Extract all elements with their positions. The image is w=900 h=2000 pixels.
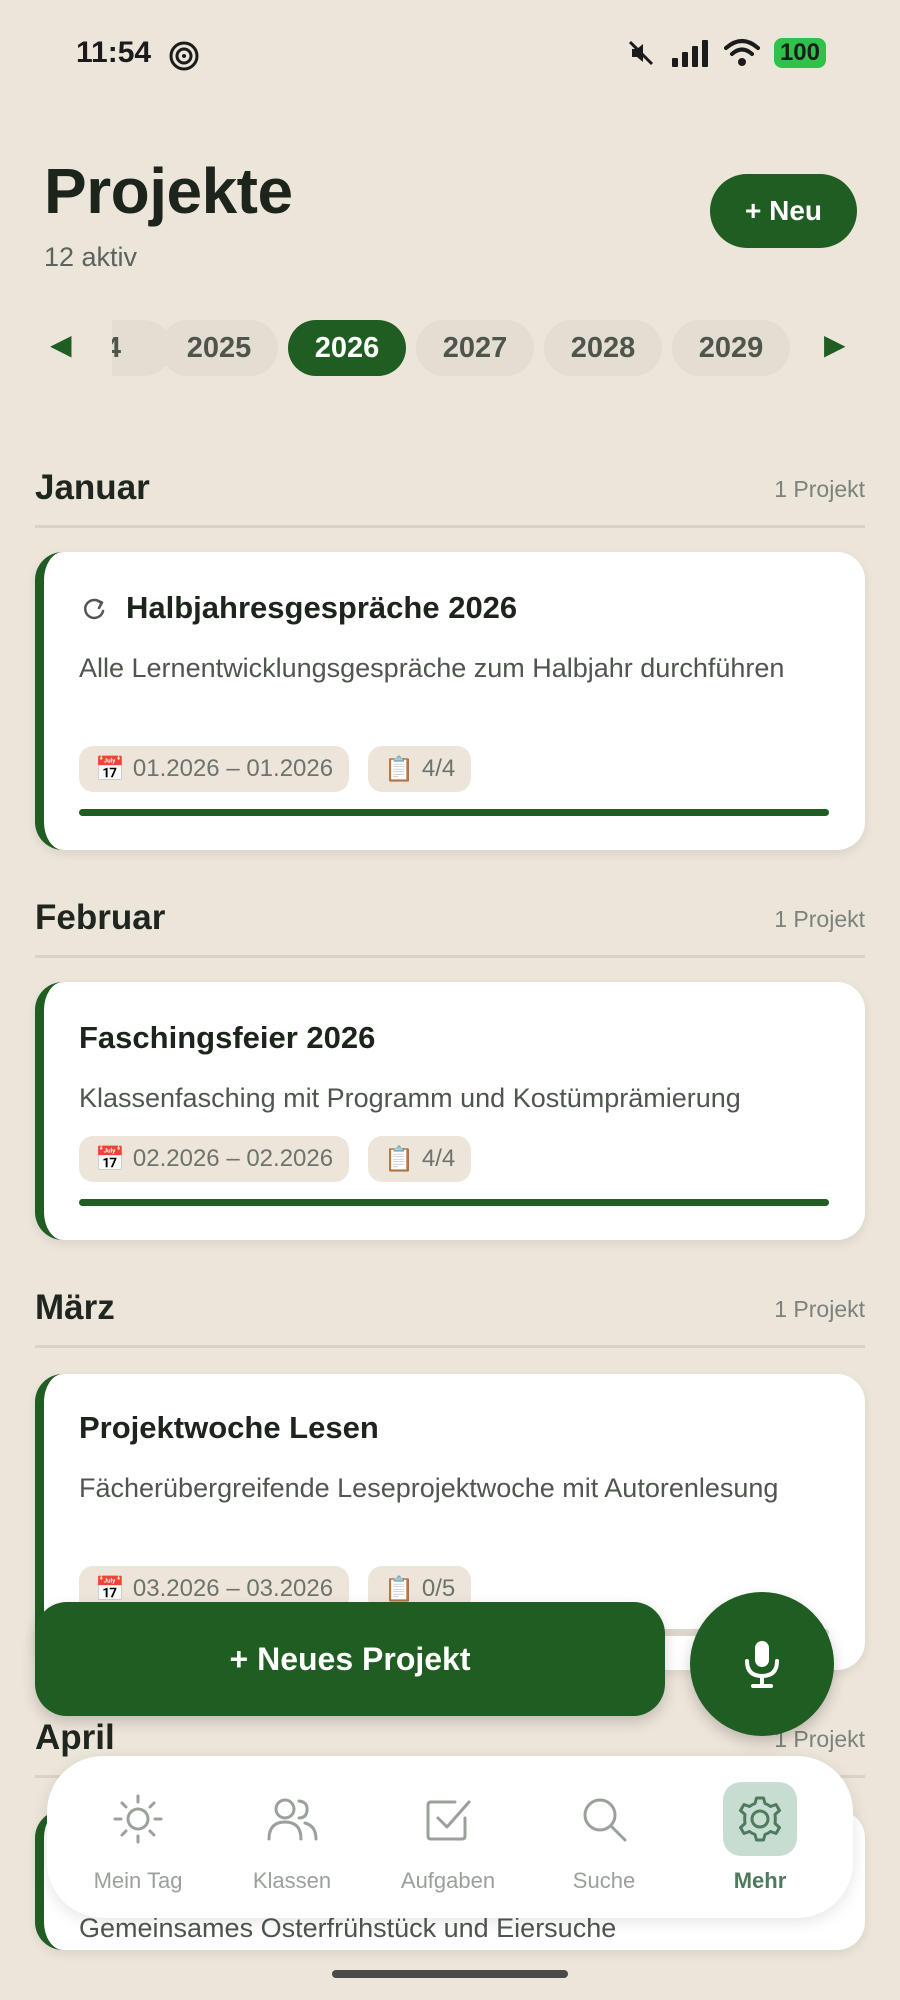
nav-icon-container [101, 1782, 175, 1856]
status-time: 11:54 [76, 36, 152, 69]
project-card[interactable]: Faschingsfeier 2026 Klassenfasching mit … [35, 982, 865, 1240]
recurring-icon [83, 598, 105, 620]
project-title: Projektwoche Lesen [79, 1410, 379, 1445]
project-description: Fächerübergreifende Leseprojektwoche mit… [79, 1473, 779, 1503]
battery-indicator: 100 [773, 38, 826, 68]
nav-item-mein-tag[interactable]: Mein Tag [63, 1756, 213, 1918]
progress-bar [79, 809, 829, 816]
project-card[interactable]: Halbjahresgespräche 2026 Alle Lernentwic… [35, 552, 865, 850]
tasks-tag: 📋 4/4 [368, 746, 472, 792]
new-button[interactable]: + Neu [710, 174, 857, 248]
year-chip[interactable]: 2028 [544, 320, 662, 376]
date-range-tag: 📅 01.2026 – 01.2026 [79, 746, 350, 792]
progress-fill [79, 809, 829, 816]
nav-icon-container [255, 1782, 329, 1856]
progress-fill [79, 1199, 829, 1206]
project-description: Alle Lernentwicklungsgespräche zum Halbj… [79, 653, 785, 683]
task-count: 4/4 [421, 1145, 456, 1172]
section-count: 1 Projekt [774, 476, 865, 502]
year-strip: 4 2025 2026 2027 2028 2029 [112, 318, 792, 380]
clipboard-icon: 📋 [384, 1145, 414, 1173]
clipboard-icon: 📋 [384, 755, 414, 783]
home-indicator[interactable] [332, 1970, 568, 1978]
section-header-januar: Januar 1 Projekt [35, 468, 865, 528]
nav-item-aufgaben[interactable]: Aufgaben [373, 1756, 523, 1918]
nav-item-mehr[interactable]: Mehr [685, 1756, 835, 1918]
section-header-maerz: März 1 Projekt [35, 1288, 865, 1348]
nav-label: Mein Tag [93, 1868, 183, 1893]
status-icons: 100 [626, 38, 826, 68]
section-month: Februar [35, 898, 166, 937]
section-month: März [35, 1288, 115, 1327]
calendar-icon: 📅 [95, 1145, 125, 1173]
section-count: 1 Projekt [774, 1296, 865, 1322]
active-count: 12 aktiv [44, 242, 138, 272]
new-project-button[interactable]: + Neues Projekt [35, 1602, 665, 1716]
nav-item-suche[interactable]: Suche [529, 1756, 679, 1918]
year-selector: ◀ 4 2025 2026 2027 2028 2029 ▶ [0, 318, 900, 380]
checkbox-icon [426, 1800, 471, 1841]
date-range-tag: 📅 02.2026 – 02.2026 [79, 1136, 350, 1182]
date-range: 02.2026 – 02.2026 [132, 1145, 334, 1172]
project-title: Halbjahresgespräche 2026 [126, 590, 518, 625]
nav-label: Suche [572, 1868, 636, 1893]
year-chip[interactable]: 2027 [416, 320, 534, 376]
year-chip-selected[interactable]: 2026 [288, 320, 406, 376]
hotspot-icon [169, 41, 199, 71]
nav-item-klassen[interactable]: Klassen [217, 1756, 367, 1918]
project-title: Faschingsfeier 2026 [79, 1020, 376, 1055]
task-count: 0/5 [421, 1575, 456, 1602]
signal-icon [671, 40, 708, 67]
section-count: 1 Projekt [774, 906, 865, 932]
project-description: Klassenfasching mit Programm und Kostümp… [79, 1083, 741, 1113]
section-month: April [35, 1718, 115, 1757]
users-icon [267, 1798, 318, 1841]
year-chip[interactable]: 2025 [160, 320, 278, 376]
section-header-februar: Februar 1 Projekt [35, 898, 865, 958]
nav-icon-container [567, 1782, 641, 1856]
calendar-icon: 📅 [95, 1575, 125, 1603]
date-range: 03.2026 – 03.2026 [132, 1575, 334, 1602]
sun-icon [113, 1794, 163, 1844]
microphone-icon [745, 1641, 779, 1688]
calendar-icon: 📅 [95, 755, 125, 783]
nav-label: Klassen [252, 1868, 332, 1893]
clipboard-icon: 📋 [384, 1575, 414, 1603]
next-year-arrow-icon[interactable]: ▶ [824, 328, 846, 361]
nav-label: Aufgaben [400, 1868, 496, 1893]
tasks-tag: 📋 4/4 [368, 1136, 472, 1182]
prev-year-arrow-icon[interactable]: ◀ [50, 328, 72, 361]
task-count: 4/4 [421, 755, 456, 782]
gear-icon [739, 1796, 781, 1842]
nav-icon-container [411, 1782, 485, 1856]
nav-label: Mehr [733, 1868, 787, 1893]
search-icon [583, 1798, 627, 1842]
wifi-icon [723, 39, 760, 66]
section-month: Januar [35, 468, 150, 507]
mute-icon [628, 40, 654, 66]
date-range: 01.2026 – 01.2026 [132, 755, 334, 782]
progress-bar [79, 1199, 829, 1206]
voice-input-button[interactable] [690, 1592, 834, 1736]
year-chip[interactable]: 2029 [672, 320, 790, 376]
status-bar: 11:54 100 [0, 0, 900, 110]
page-title: Projekte [44, 155, 293, 227]
bottom-navigation: Mein Tag Klassen Aufgaben Suche Mehr [47, 1756, 853, 1918]
nav-icon-container [723, 1782, 797, 1856]
